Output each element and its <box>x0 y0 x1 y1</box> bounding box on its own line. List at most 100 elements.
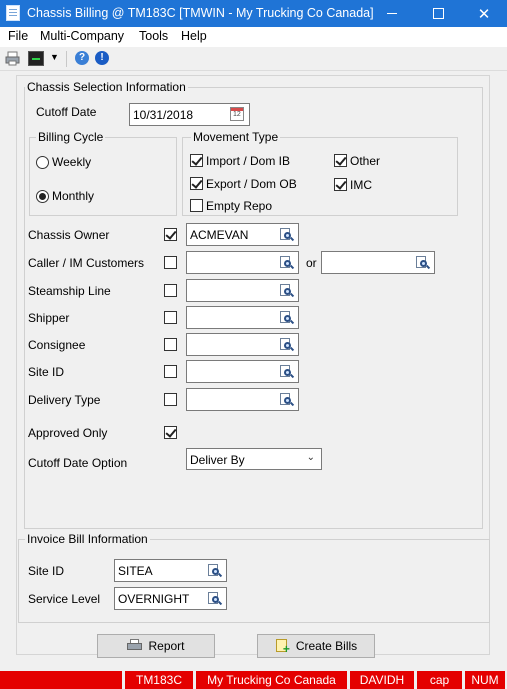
shipper-field[interactable] <box>186 306 299 329</box>
menu-file[interactable]: File <box>8 29 28 43</box>
maximize-button[interactable] <box>415 0 461 27</box>
chassis-owner-value: ACMEVAN <box>190 228 249 242</box>
status-user: DAVIDH <box>350 671 414 689</box>
site-id-filter-field[interactable] <box>186 360 299 383</box>
weekly-label: Weekly <box>52 155 92 169</box>
chassis-selection-title: Chassis Selection Information <box>25 80 188 94</box>
printer-icon[interactable] <box>5 51 20 66</box>
app-icon <box>6 5 20 21</box>
search-icon[interactable] <box>279 310 295 325</box>
delivery-type-label: Delivery Type <box>28 393 101 407</box>
import-dom-ib-checkbox[interactable] <box>190 154 203 167</box>
monthly-label: Monthly <box>52 189 95 203</box>
site-id-label: Site ID <box>28 564 65 578</box>
service-level-label: Service Level <box>28 592 101 606</box>
cutoff-date-option-label: Cutoff Date Option <box>28 456 128 470</box>
search-icon[interactable] <box>279 283 295 298</box>
imc-label: IMC <box>350 178 372 192</box>
chassis-owner-label: Chassis Owner <box>28 228 110 242</box>
steamship-line-field[interactable] <box>186 279 299 302</box>
menu-bar: File Multi-Company Tools Help <box>0 27 507 47</box>
service-level-value: OVERNIGHT <box>118 592 190 606</box>
menu-help[interactable]: Help <box>181 29 207 43</box>
status-cell-blank <box>0 671 122 689</box>
site-id-value: SITEA <box>118 564 153 578</box>
printer-icon <box>127 639 143 653</box>
chassis-owner-field[interactable]: ACMEVAN <box>186 223 299 246</box>
cutoff-date-option-select[interactable]: Deliver By ⌄ <box>186 448 322 470</box>
search-icon[interactable] <box>279 392 295 407</box>
export-dom-ob-label: Export / Dom OB <box>206 177 297 191</box>
shipper-checkbox[interactable] <box>164 311 177 324</box>
billing-cycle-group: Billing Cycle <box>29 130 177 216</box>
service-level-field[interactable]: OVERNIGHT <box>114 587 227 610</box>
search-icon[interactable] <box>207 591 223 606</box>
other-label: Other <box>350 154 381 168</box>
billing-cycle-title: Billing Cycle <box>36 130 106 144</box>
status-num: NUM <box>465 671 505 689</box>
im-customers-field[interactable] <box>321 251 435 274</box>
minimize-button[interactable] <box>369 0 415 27</box>
empty-repo-checkbox[interactable] <box>190 199 203 212</box>
monitor-icon[interactable] <box>28 51 44 66</box>
cutoff-date-option-value: Deliver By <box>190 453 245 467</box>
window-title: Chassis Billing @ TM183C [TMWIN - My Tru… <box>27 6 374 20</box>
empty-repo-label: Empty Repo <box>206 199 273 213</box>
shipper-label: Shipper <box>28 311 70 325</box>
chevron-down-icon[interactable]: ▼ <box>50 52 59 67</box>
or-label: or <box>306 256 317 270</box>
toolbar-separator <box>66 51 67 67</box>
steamship-line-label: Steamship Line <box>28 284 111 298</box>
caller-im-customers-checkbox[interactable] <box>164 256 177 269</box>
search-icon[interactable] <box>207 563 223 578</box>
export-dom-ob-checkbox[interactable] <box>190 177 203 190</box>
site-id-checkbox[interactable] <box>164 365 177 378</box>
search-icon[interactable] <box>279 337 295 352</box>
create-bills-button[interactable]: + Create Bills <box>257 634 375 658</box>
help-icon[interactable]: ? <box>75 51 89 65</box>
cutoff-date-label: Cutoff Date <box>36 105 97 119</box>
search-icon[interactable] <box>415 255 431 270</box>
consignee-checkbox[interactable] <box>164 338 177 351</box>
status-caps: cap <box>417 671 462 689</box>
search-icon[interactable] <box>279 227 295 242</box>
report-button-label: Report <box>148 639 185 653</box>
create-bills-button-label: Create Bills <box>295 639 358 653</box>
site-id-filter-label: Site ID <box>28 365 65 379</box>
status-bar: TM183C My Trucking Co Canada DAVIDH cap … <box>0 669 507 689</box>
title-bar: Chassis Billing @ TM183C [TMWIN - My Tru… <box>0 0 507 27</box>
invoice-bill-title: Invoice Bill Information <box>25 532 150 546</box>
imc-checkbox[interactable] <box>334 178 347 191</box>
info-icon[interactable]: ! <box>95 51 109 65</box>
approved-only-label: Approved Only <box>28 426 108 440</box>
cutoff-date-value: 10/31/2018 <box>133 108 194 122</box>
consignee-field[interactable] <box>186 333 299 356</box>
chassis-owner-checkbox[interactable] <box>164 228 177 241</box>
other-checkbox[interactable] <box>334 154 347 167</box>
movement-type-title: Movement Type <box>191 130 281 144</box>
monthly-radio[interactable] <box>36 190 49 203</box>
invoice-bill-group: Invoice Bill Information <box>18 532 490 623</box>
import-dom-ib-label: Import / Dom IB <box>206 154 291 168</box>
cutoff-date-field[interactable]: 10/31/2018 12 <box>129 103 250 126</box>
steamship-line-checkbox[interactable] <box>164 284 177 297</box>
caller-im-customers-label: Caller / IM Customers <box>28 256 145 270</box>
close-button[interactable]: ✕ <box>461 0 507 27</box>
search-icon[interactable] <box>279 364 295 379</box>
menu-multi-company[interactable]: Multi-Company <box>40 29 124 43</box>
caller-field[interactable] <box>186 251 299 274</box>
calendar-icon[interactable]: 12 <box>230 107 244 121</box>
status-company: My Trucking Co Canada <box>196 671 347 689</box>
menu-tools[interactable]: Tools <box>139 29 168 43</box>
main-panel: Chassis Selection Information Cutoff Dat… <box>16 75 490 655</box>
delivery-type-checkbox[interactable] <box>164 393 177 406</box>
report-button[interactable]: Report <box>97 634 215 658</box>
consignee-label: Consignee <box>28 338 86 352</box>
toolbar: ▼ ? ! <box>0 47 507 71</box>
search-icon[interactable] <box>279 255 295 270</box>
weekly-radio[interactable] <box>36 156 49 169</box>
approved-only-checkbox[interactable] <box>164 426 177 439</box>
create-bills-icon: + <box>275 639 291 655</box>
delivery-type-field[interactable] <box>186 388 299 411</box>
site-id-field[interactable]: SITEA <box>114 559 227 582</box>
